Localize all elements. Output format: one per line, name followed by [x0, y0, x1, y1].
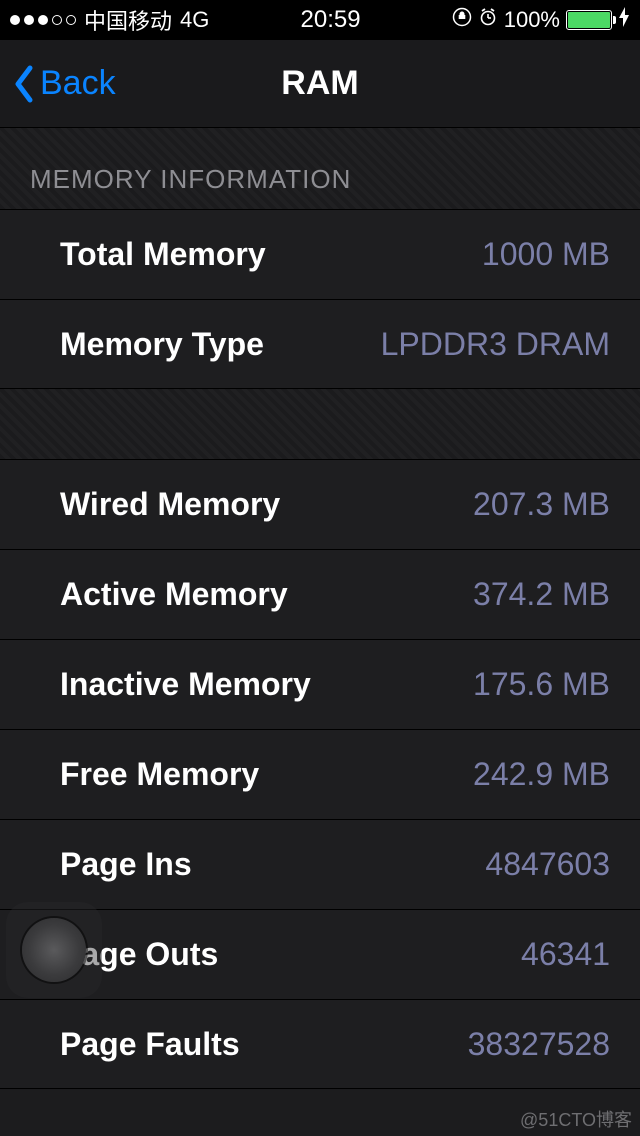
row-label: Free Memory — [60, 756, 259, 793]
signal-strength-icon — [10, 15, 76, 25]
row-label: Page Ins — [60, 846, 192, 883]
alarm-icon — [478, 7, 498, 33]
table-row: Total Memory 1000 MB — [0, 209, 640, 299]
chevron-left-icon — [12, 64, 36, 104]
back-button[interactable]: Back — [0, 64, 116, 104]
row-value: 46341 — [521, 936, 610, 973]
table-row: Wired Memory 207.3 MB — [0, 459, 640, 549]
row-label: Total Memory — [60, 236, 266, 273]
status-right: 100% — [452, 7, 630, 33]
battery-percent: 100% — [504, 7, 560, 33]
page-title: RAM — [281, 64, 358, 103]
row-label: Memory Type — [60, 326, 264, 363]
table-row: Memory Type LPDDR3 DRAM — [0, 299, 640, 389]
row-value: 38327528 — [468, 1026, 610, 1063]
table-row: Inactive Memory 175.6 MB — [0, 639, 640, 729]
assistive-touch-button[interactable] — [6, 902, 102, 998]
nav-bar: Back RAM — [0, 40, 640, 128]
memory-stats-group: Wired Memory 207.3 MB Active Memory 374.… — [0, 459, 640, 1089]
table-row: Page Faults 38327528 — [0, 999, 640, 1089]
row-value: 242.9 MB — [473, 756, 610, 793]
row-value: 1000 MB — [482, 236, 610, 273]
orientation-lock-icon — [452, 7, 472, 33]
carrier-label: 中国移动 — [84, 4, 172, 36]
table-row: Active Memory 374.2 MB — [0, 549, 640, 639]
section-gap — [0, 389, 640, 459]
memory-info-group: Total Memory 1000 MB Memory Type LPDDR3 … — [0, 209, 640, 389]
battery-icon — [566, 10, 612, 30]
section-header: MEMORY INFORMATION — [0, 128, 640, 209]
row-value: LPDDR3 DRAM — [381, 326, 610, 363]
row-value: 374.2 MB — [473, 576, 610, 613]
assistive-touch-icon — [22, 918, 86, 982]
table-row: Page Ins 4847603 — [0, 819, 640, 909]
status-left: 中国移动 4G — [10, 4, 209, 36]
clock: 20:59 — [301, 6, 361, 34]
row-label: Inactive Memory — [60, 666, 311, 703]
row-value: 4847603 — [485, 846, 610, 883]
watermark: @51CTO博客 — [520, 1106, 632, 1132]
table-row: Free Memory 242.9 MB — [0, 729, 640, 819]
row-label: Active Memory — [60, 576, 288, 613]
status-bar: 中国移动 4G 20:59 100% — [0, 0, 640, 40]
network-type: 4G — [180, 7, 209, 33]
row-value: 175.6 MB — [473, 666, 610, 703]
charging-icon — [618, 7, 630, 33]
row-label: Wired Memory — [60, 486, 280, 523]
row-value: 207.3 MB — [473, 486, 610, 523]
row-label: Page Faults — [60, 1026, 240, 1063]
back-label: Back — [40, 64, 116, 103]
